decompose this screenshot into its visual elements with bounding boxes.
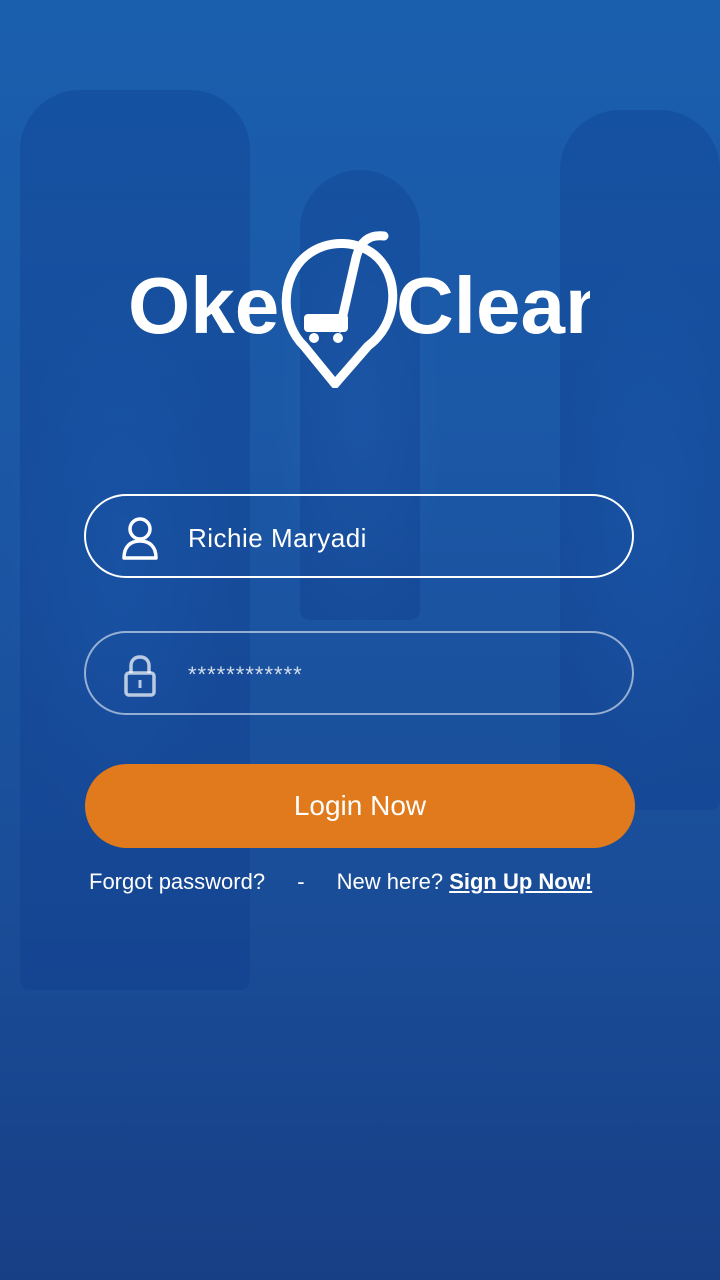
login-button[interactable]: Login Now xyxy=(85,764,635,848)
forgot-password-link[interactable]: Forgot password? xyxy=(89,866,265,898)
logo-text-right: Clean xyxy=(396,261,590,350)
vacuum-pin-logo: Oke Clean xyxy=(128,231,614,389)
username-value: Richie Maryadi xyxy=(188,523,367,553)
auth-links: Forgot password? - New here? Sign Up Now… xyxy=(89,866,592,898)
logo-text-left: Oke xyxy=(128,261,279,350)
links-separator: - xyxy=(297,869,305,894)
password-value: ************ xyxy=(188,662,303,687)
lock-icon xyxy=(120,653,160,697)
password-field[interactable]: ************ xyxy=(84,631,634,715)
sign-up-link[interactable]: Sign Up Now! xyxy=(449,866,592,898)
new-here-label: New here? xyxy=(336,869,444,894)
app-logo: Oke Clean xyxy=(128,228,614,389)
user-icon xyxy=(120,516,160,560)
username-field[interactable]: Richie Maryadi xyxy=(84,494,634,578)
